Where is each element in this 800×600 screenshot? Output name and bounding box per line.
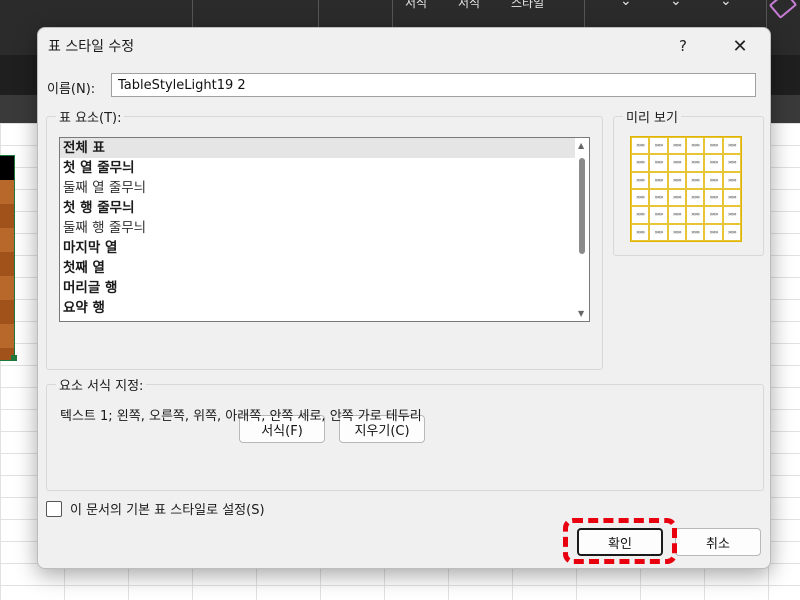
name-input[interactable] [111,73,756,97]
table-preview: »»»»»»»»»»»»»»»»»»»»»»»»»»»»»»»»»»»»»»»»… [630,136,742,242]
preview-cell: »»» [704,206,723,224]
list-scrollbar[interactable]: ▲ ▼ [575,138,589,321]
preview-cell: »»» [722,137,741,155]
name-label: 이름(N): [47,82,96,97]
preview-cell: »»» [704,137,723,155]
preview-cell: »»» [649,189,668,207]
ok-button-highlight [563,518,677,564]
eraser-icon[interactable] [768,0,798,19]
preview-cell: »»» [667,137,686,155]
element-formatting-label: 요소 서식 지정: [56,375,147,394]
table-element-item[interactable]: 요약 행 [60,298,589,318]
preview-cell: »»» [667,223,686,241]
help-button[interactable]: ? [663,32,703,60]
table-element-item[interactable]: 둘째 행 줄무늬 [60,218,589,238]
table-element-item[interactable]: 둘째 열 줄무늬 [60,178,589,198]
preview-cell: »»» [686,154,705,172]
preview-cell: »»» [722,206,741,224]
preview-cell: »»» [649,206,668,224]
scroll-thumb[interactable] [579,158,585,254]
preview-cell: »»» [631,154,650,172]
preview-cell: »»» [722,189,741,207]
preview-cell: »»» [704,223,723,241]
scroll-down-icon[interactable]: ▼ [578,309,584,318]
preview-cell: »»» [704,189,723,207]
preview-cell: »»» [667,189,686,207]
cancel-button[interactable]: 취소 [675,528,761,556]
preview-cell: »»» [722,154,741,172]
ribbon-table-format[interactable]: 서식 [458,0,480,11]
preview-cell: »»» [631,223,650,241]
preview-cell: »»» [649,171,668,189]
chevron-down-icon[interactable]: ⌄ [620,0,632,9]
element-formatting-description: 텍스트 1; 왼쪽, 오른쪽, 위쪽, 아래쪽, 안쪽 세로, 안쪽 가로 테두… [60,409,422,424]
preview-cell: »»» [667,154,686,172]
close-button[interactable]: ✕ [720,32,760,60]
chevron-down-icon[interactable]: ⌄ [720,0,732,9]
preview-cell: »»» [667,171,686,189]
preview-cell: »»» [704,171,723,189]
preview-cell: »»» [649,137,668,155]
preview-cell: »»» [649,154,668,172]
table-elements-list[interactable]: 전체 표첫 열 줄무늬 둘째 열 줄무늬 첫 행 줄무늬 둘째 행 줄무늬 마지막 열첫… [59,137,590,322]
preview-cell: »»» [631,171,650,189]
preview-cell: »»» [722,171,741,189]
ribbon-conditional-format[interactable]: 서식 [405,0,427,11]
dialog-titlebar[interactable]: 표 스타일 수정 ? ✕ [38,28,770,62]
preview-cell: »»» [631,137,650,155]
table-element-item[interactable]: 머리글 행 [60,278,589,298]
table-elements-group: 표 요소(T): 전체 표첫 열 줄무늬 둘째 열 줄무늬 첫 행 줄무늬 둘째 행 … [46,107,603,443]
preview-cell: »»» [686,171,705,189]
table-element-item[interactable]: 첫째 열 [60,258,589,278]
preview-cell: »»» [686,223,705,241]
selected-table-range [0,155,15,361]
preview-label: 미리 보기 [623,107,681,126]
table-element-item[interactable]: 전체 표 [60,138,589,158]
preview-cell: »»» [631,206,650,224]
fill-handle[interactable] [11,355,17,361]
table-elements-label: 표 요소(T): [56,107,125,126]
modify-table-style-dialog: 표 스타일 수정 ? ✕ 이름(N): 표 요소(T): 전체 표첫 열 줄무늬… [37,27,771,569]
table-element-item[interactable]: 첫 열 줄무늬 [60,158,589,178]
preview-cell: »»» [686,189,705,207]
table-header-cell [0,156,14,180]
preview-cell: »»» [704,154,723,172]
preview-cell: »»» [649,223,668,241]
default-style-checkbox-label[interactable]: 이 문서의 기본 표 스타일로 설정(S) [70,499,265,518]
preview-cell: »»» [631,189,650,207]
chevron-down-icon[interactable]: ⌄ [670,0,682,9]
preview-cell: »»» [722,223,741,241]
element-formatting-group: 요소 서식 지정: 텍스트 1; 왼쪽, 오른쪽, 위쪽, 아래쪽, 안쪽 세로… [46,375,764,491]
dialog-title: 표 스타일 수정 [48,39,135,55]
preview-cell: »»» [686,137,705,155]
default-style-checkbox[interactable] [46,501,62,517]
preview-cell: »»» [667,206,686,224]
preview-cell: »»» [686,206,705,224]
ribbon-cell-style[interactable]: 스타일 [511,0,544,11]
table-element-item[interactable]: 마지막 열 [60,238,589,258]
preview-group: 미리 보기 »»»»»»»»»»»»»»»»»»»»»»»»»»»»»»»»»»… [613,107,764,256]
scroll-up-icon[interactable]: ▲ [578,141,584,150]
table-element-item[interactable]: 첫 행 줄무늬 [60,198,589,218]
